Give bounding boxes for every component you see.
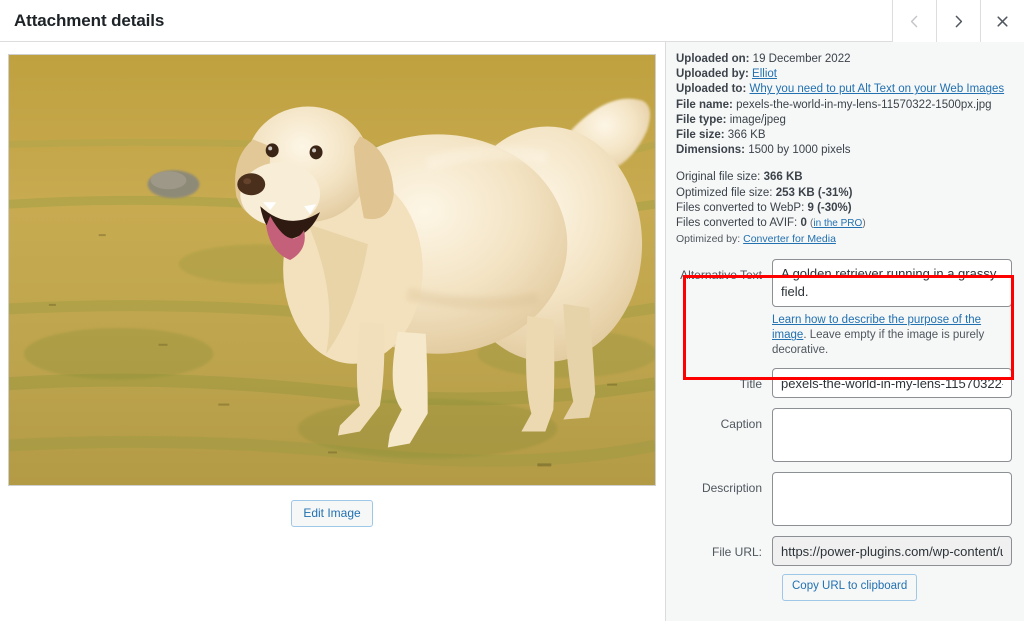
avif-pro-note: (in the PRO) — [810, 218, 866, 229]
uploaded-by-link[interactable]: Elliot — [752, 68, 777, 80]
close-dialog-button[interactable] — [980, 0, 1024, 42]
optimized-by-line: Optimized by: Converter for Media — [676, 232, 1018, 247]
copy-url-row: Copy URL to clipboard — [782, 574, 1012, 601]
description-input[interactable] — [772, 472, 1012, 527]
chevron-right-icon — [955, 15, 963, 27]
original-file-size-label: Original file size: — [676, 171, 761, 184]
avif-note-close: ) — [862, 218, 866, 230]
optimized-file-size-line: Optimized file size: 253 KB (-31%) — [676, 186, 1018, 201]
uploaded-on-value: 19 December 2022 — [752, 53, 851, 65]
copy-url-button[interactable]: Copy URL to clipboard — [782, 574, 918, 601]
alt-text-field-row: Alternative Text Learn how to describe t… — [676, 259, 1012, 358]
title-field-row: Title — [676, 368, 1012, 399]
original-file-size-line: Original file size: 366 KB — [676, 170, 1018, 185]
file-url-control — [772, 536, 1012, 567]
alt-text-control: Learn how to describe the purpose of the… — [772, 259, 1012, 358]
uploaded-by-line: Uploaded by: Elliot — [676, 67, 1012, 82]
page-title: Attachment details — [14, 10, 165, 30]
file-size-line: File size: 366 KB — [676, 128, 1012, 143]
optimized-file-size-label: Optimized file size: — [676, 186, 773, 199]
attachment-details-dialog: Attachment details Edit Image Uploaded o… — [0, 0, 1024, 621]
dimensions-label: Dimensions: — [676, 144, 746, 157]
close-icon — [997, 15, 1008, 27]
dialog-header: Attachment details — [0, 0, 1024, 42]
dimensions-line: Dimensions: 1500 by 1000 pixels — [676, 143, 1012, 158]
file-name-line: File name: pexels-the-world-in-my-lens-1… — [676, 98, 1012, 113]
attachment-preview-pane: Edit Image — [0, 42, 666, 621]
file-type-label: File type: — [676, 113, 727, 126]
golden-retriever-photo — [9, 55, 655, 485]
webp-converted-value: 9 — [807, 201, 814, 214]
next-attachment-button[interactable] — [936, 0, 980, 42]
attachment-info: Uploaded on: 19 December 2022 Uploaded b… — [676, 52, 1018, 158]
alt-text-help-rest: . Leave empty if the image is purely dec… — [772, 329, 985, 357]
description-control — [772, 472, 1012, 527]
webp-converted-saving: (-30%) — [817, 201, 852, 214]
file-url-input[interactable] — [772, 536, 1012, 567]
caption-input[interactable] — [772, 408, 1012, 463]
avif-converted-label: Files converted to AVIF: — [676, 217, 798, 230]
alt-text-input[interactable] — [772, 259, 1012, 308]
uploaded-on-label: Uploaded on: — [676, 53, 750, 65]
dialog-body: Edit Image Uploaded on: 19 December 2022… — [0, 42, 1024, 621]
description-label: Description — [701, 481, 762, 496]
description-field-row: Description — [676, 472, 1012, 527]
header-button-group — [892, 0, 1024, 42]
title-label: Title — [739, 377, 762, 392]
webp-converted-line: Files converted to WebP: 9 (-30%) — [676, 201, 1018, 216]
uploaded-to-link[interactable]: Why you need to put Alt Text on your Web… — [749, 83, 1004, 95]
file-type-line: File type: image/jpeg — [676, 113, 1012, 128]
file-url-label: File URL: — [711, 545, 762, 560]
uploaded-to-line: Uploaded to: Why you need to put Alt Tex… — [676, 82, 1012, 97]
title-control — [772, 368, 1012, 399]
original-file-size-value: 366 KB — [763, 171, 803, 184]
attachment-details-sidebar: Uploaded on: 19 December 2022 Uploaded b… — [666, 42, 1024, 621]
chevron-left-icon — [910, 15, 918, 27]
file-name-value: pexels-the-world-in-my-lens-11570322-150… — [736, 98, 992, 111]
alt-text-help: Learn how to describe the purpose of the… — [772, 313, 1012, 358]
uploaded-by-label: Uploaded by: — [676, 68, 749, 81]
avif-converted-value: 0 — [800, 217, 807, 230]
file-name-label: File name: — [676, 98, 733, 111]
attachment-settings-form: Alternative Text Learn how to describe t… — [676, 259, 1018, 601]
file-size-value: 366 KB — [727, 129, 766, 142]
uploaded-on-line: Uploaded on: 19 December 2022 — [676, 52, 1012, 67]
alt-text-label: Alternative Text — [680, 268, 762, 283]
optimized-file-size-value: 253 KB — [775, 186, 815, 199]
file-url-field-row: File URL: — [676, 536, 1012, 567]
optimized-by-label: Optimized by: — [676, 233, 741, 246]
uploaded-to-label: Uploaded to: — [676, 83, 747, 96]
avif-pro-link[interactable]: in the PRO — [813, 218, 862, 229]
dimensions-value: 1500 by 1000 pixels — [748, 144, 851, 157]
optimized-file-size-saving: (-31%) — [817, 186, 853, 199]
attachment-image — [8, 54, 656, 486]
avif-converted-line: Files converted to AVIF: 0 (in the PRO) — [676, 216, 1018, 231]
edit-image-button[interactable]: Edit Image — [291, 500, 373, 527]
webp-converted-label: Files converted to WebP: — [676, 201, 805, 214]
file-size-label: File size: — [676, 129, 725, 142]
caption-field-row: Caption — [676, 408, 1012, 463]
title-input[interactable] — [772, 368, 1012, 399]
optimization-info: Original file size: 366 KB Optimized fil… — [676, 170, 1018, 247]
caption-control — [772, 408, 1012, 463]
previous-attachment-button[interactable] — [892, 0, 936, 42]
file-type-value: image/jpeg — [729, 113, 786, 126]
optimized-by-link[interactable]: Converter for Media — [743, 233, 836, 245]
caption-label: Caption — [720, 417, 762, 432]
edit-image-container: Edit Image — [8, 500, 656, 527]
